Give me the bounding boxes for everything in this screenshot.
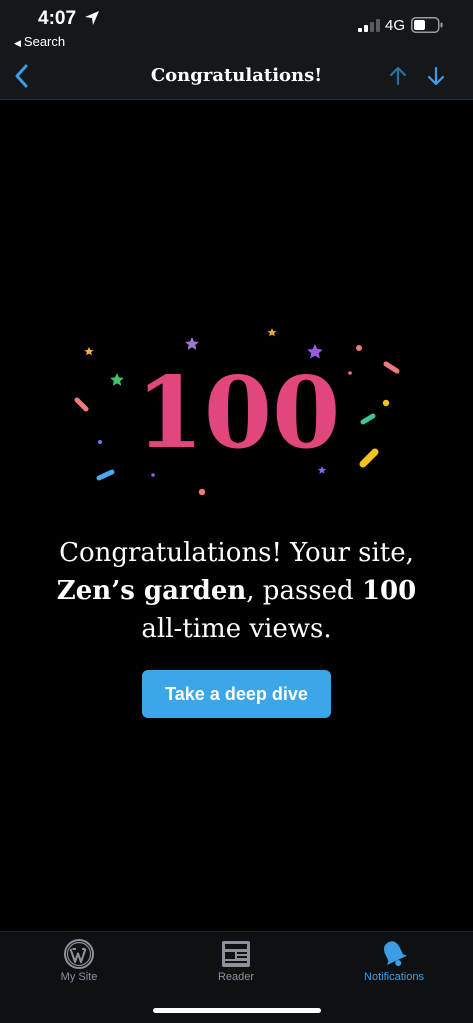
- clock-time: 4:07: [38, 8, 77, 29]
- message-middle: , passed: [246, 576, 362, 606]
- bell-icon: [384, 941, 407, 967]
- navigation-bar: Congratulations!: [0, 52, 473, 100]
- views-count: 100: [361, 576, 417, 606]
- arrow-down-icon[interactable]: [424, 64, 448, 88]
- message-suffix: all-time views.: [141, 614, 332, 644]
- site-name: Zen’s garden: [56, 576, 247, 606]
- back-to-app-link[interactable]: ◀ Search: [14, 34, 65, 49]
- signal-icon: [358, 19, 380, 32]
- tab-my-site-label: My Site: [60, 971, 98, 983]
- battery-icon: [411, 17, 443, 33]
- milestone-illustration: 100: [74, 328, 400, 496]
- tab-my-site[interactable]: My Site: [9, 932, 149, 1002]
- home-indicator[interactable]: [153, 1008, 321, 1013]
- congrats-message: Congratulations! Your site, Zen’s garden…: [20, 534, 453, 648]
- tab-notifications-label: Notifications: [364, 971, 424, 983]
- network-type: 4G: [385, 17, 406, 34]
- status-bar: 4:07 ◀ Search 4G: [0, 0, 473, 52]
- milestone-number: 100: [136, 356, 341, 471]
- tab-reader-label: Reader: [217, 971, 255, 983]
- location-arrow-icon: [85, 11, 99, 25]
- wordpress-icon: [64, 939, 94, 969]
- back-to-app-label: Search: [23, 34, 66, 49]
- tab-notifications[interactable]: Notifications: [324, 932, 464, 1002]
- reader-icon: [222, 941, 250, 967]
- arrow-up-icon[interactable]: [386, 64, 410, 88]
- back-triangle-icon: ◀: [14, 38, 21, 48]
- message-prefix: Congratulations! Your site,: [59, 538, 414, 568]
- tab-reader[interactable]: Reader: [166, 932, 306, 1002]
- deep-dive-button[interactable]: Take a deep dive: [142, 670, 331, 718]
